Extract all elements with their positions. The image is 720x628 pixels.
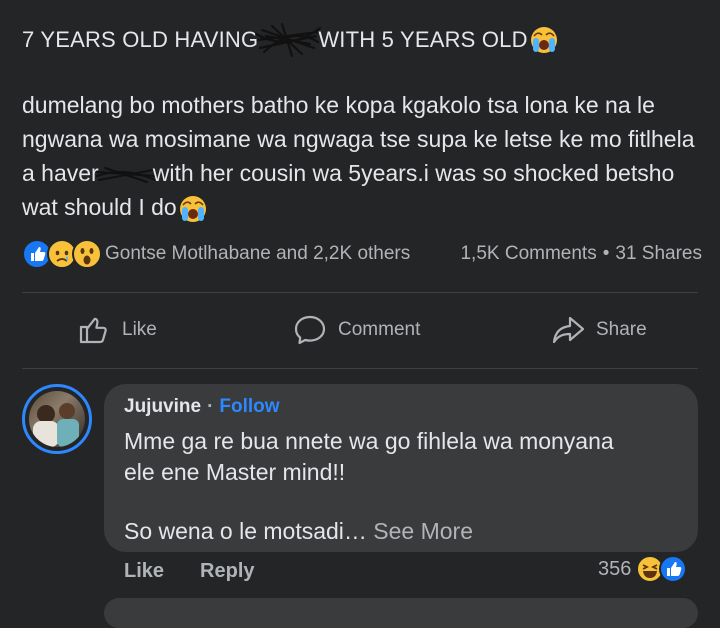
comment-text: Mme ga re bua nnete wa go fihlela wa mon… xyxy=(124,426,684,547)
see-more-link[interactable]: See More xyxy=(373,518,473,544)
post-title-start: 7 YEARS OLD HAVING xyxy=(22,27,259,52)
reaction-icons[interactable] xyxy=(22,239,102,269)
comment-line-3-text: So wena o le motsadi… xyxy=(124,518,367,544)
comment-line-1: Mme ga re bua nnete wa go fihlela wa mon… xyxy=(124,428,614,454)
comment-like-button[interactable]: Like xyxy=(124,560,164,583)
like-reaction-icon xyxy=(659,555,688,583)
comment-reply-button[interactable]: Reply xyxy=(200,560,254,583)
header-dot: · xyxy=(207,396,214,417)
reactions-summary: Gontse Motlhabane and 2,2K others 1,5K C… xyxy=(22,236,702,272)
post-title: 7 YEARS OLD HAVING WITH 5 YEARS OLD xyxy=(22,22,558,58)
scribble-censor-icon xyxy=(255,22,322,58)
like-label: Like xyxy=(122,319,157,340)
shares-count[interactable]: 31 Shares xyxy=(615,243,702,265)
follow-button[interactable]: Follow xyxy=(219,396,279,418)
avatar xyxy=(29,391,85,447)
comments-count[interactable]: 1,5K Comments xyxy=(460,243,596,265)
crying-emoji-icon xyxy=(179,195,206,222)
share-button[interactable]: Share xyxy=(550,312,647,348)
comment-button[interactable]: Comment xyxy=(292,312,420,348)
like-button[interactable]: Like xyxy=(76,312,157,348)
post-title-end: WITH 5 YEARS OLD xyxy=(318,27,528,52)
comment-header: Jujuvine · Follow xyxy=(124,396,280,418)
next-comment-bubble[interactable] xyxy=(104,598,698,628)
post-action-bar: Like Comment Share xyxy=(22,300,698,360)
commenter-avatar-ring[interactable] xyxy=(22,384,92,454)
comment-line-2: ele ene Master mind!! xyxy=(124,459,346,485)
thumbs-up-icon xyxy=(79,317,107,344)
wow-reaction-icon xyxy=(72,239,102,269)
divider xyxy=(22,292,698,293)
comment-actions: Like Reply xyxy=(124,560,255,583)
comment-bubble[interactable]: Jujuvine · Follow Mme ga re bua nnete wa… xyxy=(104,384,698,552)
divider xyxy=(22,368,698,369)
share-icon xyxy=(552,316,585,344)
comment-line-3: So wena o le motsadi… See More xyxy=(124,516,684,547)
comment-reactions[interactable]: 356 xyxy=(598,555,688,583)
comment-author[interactable]: Jujuvine xyxy=(124,396,201,418)
comment-reaction-count: 356 xyxy=(598,557,632,580)
reactors-names[interactable]: Gontse Motlhabane and 2,2K others xyxy=(105,243,410,265)
crying-emoji-icon xyxy=(530,27,557,53)
share-label: Share xyxy=(596,319,647,340)
comment-icon xyxy=(294,315,326,345)
scribble-censor-icon xyxy=(95,166,156,183)
post-body: dumelang bo mothers batho ke kopa kgakol… xyxy=(22,88,712,224)
comment-label: Comment xyxy=(338,319,421,340)
counts-separator: • xyxy=(602,243,610,264)
